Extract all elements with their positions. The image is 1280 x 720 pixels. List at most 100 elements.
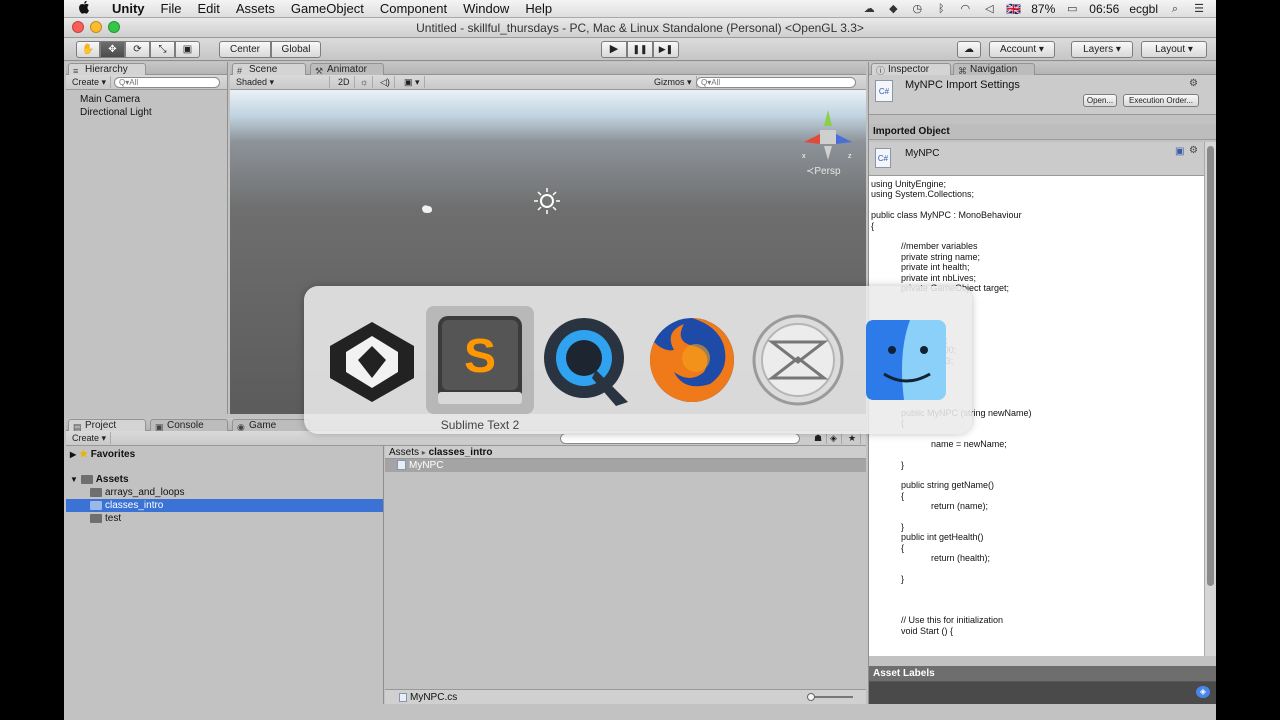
rotate-tool-button[interactable]: ⟳ <box>125 41 150 58</box>
quicktime-app-icon[interactable] <box>538 312 634 408</box>
csharp-file-icon: C# <box>875 80 893 102</box>
volume-icon[interactable]: ◁ <box>982 3 996 15</box>
2d-toggle[interactable]: 2D <box>334 76 355 88</box>
scene-effects-icon[interactable]: ▣ ▾ <box>400 76 425 88</box>
pause-button[interactable]: ❚❚ <box>627 41 653 58</box>
code-line: } <box>871 521 905 532</box>
tab-project[interactable]: ▤ Project <box>68 419 146 432</box>
inspector-scrollbar-thumb[interactable] <box>1207 146 1214 586</box>
code-line: name = newName; <box>871 438 1007 449</box>
execution-order-button[interactable]: Execution Order... <box>1123 94 1199 107</box>
hierarchy-item-directional-light[interactable]: Directional Light <box>80 107 152 118</box>
favorites-item[interactable]: ▶ ★ Favorites <box>66 448 383 461</box>
scene-audio-icon[interactable]: ◁) <box>376 76 395 88</box>
object-help-icon[interactable]: ▣ <box>1175 146 1184 157</box>
layout-dropdown[interactable]: Layout ▾ <box>1141 41 1207 58</box>
step-button[interactable]: ▶❚ <box>653 41 679 58</box>
assets-folder-item[interactable]: ▼ Assets <box>66 473 383 486</box>
input-flag-icon[interactable]: 🇬🇧 <box>1006 2 1021 16</box>
apple-menu-icon[interactable] <box>64 0 104 17</box>
menu-window[interactable]: Window <box>455 1 517 16</box>
tab-console[interactable]: ▣ Console <box>150 419 228 432</box>
pivot-center-button[interactable]: Center <box>219 41 271 58</box>
layers-dropdown[interactable]: Layers ▾ <box>1071 41 1133 58</box>
move-tool-button[interactable]: ✥ <box>100 41 125 58</box>
folder-item-arrays-and-loops[interactable]: arrays_and_loops <box>66 486 383 499</box>
menu-unity[interactable]: Unity <box>104 1 153 16</box>
folder-label: classes_intro <box>105 500 164 511</box>
play-button[interactable]: ▶ <box>601 41 627 58</box>
icon-size-slider[interactable] <box>807 693 853 701</box>
hierarchy-item-main-camera[interactable]: Main Camera <box>80 94 140 105</box>
assets-expand-icon[interactable]: ▼ <box>70 475 78 484</box>
menu-assets[interactable]: Assets <box>228 1 283 16</box>
console-tab-label: Console <box>167 420 204 431</box>
rect-tool-button[interactable]: ▣ <box>175 41 200 58</box>
breadcrumb-classes-intro[interactable]: classes_intro <box>429 447 493 458</box>
file-item-mynpc[interactable]: MyNPC <box>385 459 866 472</box>
menu-component[interactable]: Component <box>372 1 455 16</box>
scene-search-input[interactable] <box>696 77 856 88</box>
menu-help[interactable]: Help <box>517 1 560 16</box>
tab-hierarchy[interactable]: ≡ Hierarchy <box>68 63 146 76</box>
pivot-global-button[interactable]: Global <box>271 41 321 58</box>
breadcrumb-assets[interactable]: Assets <box>389 447 419 458</box>
scene-orientation-gizmo-icon[interactable]: x z <box>800 108 856 164</box>
wifi-icon[interactable]: ◠ <box>958 3 972 15</box>
finder-app-icon[interactable] <box>858 312 954 408</box>
firefox-app-icon[interactable] <box>644 312 740 408</box>
spotlight-search-icon[interactable]: ⌕ <box>1168 3 1182 15</box>
sublime-text-app-icon[interactable]: S <box>432 312 528 408</box>
menu-gameobject[interactable]: GameObject <box>283 1 372 16</box>
object-settings-gear-icon[interactable]: ⚙ <box>1189 145 1198 156</box>
project-search-input[interactable] <box>560 433 800 444</box>
mail-app-icon[interactable] <box>750 312 846 408</box>
folder-item-classes-intro[interactable]: classes_intro <box>66 499 383 512</box>
persp-label[interactable]: ≺Persp <box>806 166 841 177</box>
tab-inspector[interactable]: ⓘ Inspector <box>871 63 951 76</box>
cloud-status-icon[interactable]: ☁ <box>862 3 876 15</box>
clock[interactable]: 06:56 <box>1089 2 1119 16</box>
shading-mode-dropdown[interactable]: Shaded ▾ <box>232 76 330 88</box>
inspector-scrollbar[interactable] <box>1204 142 1216 656</box>
project-create-button[interactable]: Create ▾ <box>68 432 112 444</box>
status-file-icon <box>399 692 407 702</box>
hierarchy-tabbar: ≡ Hierarchy <box>66 62 227 76</box>
asset-label-tag-icon[interactable]: ◈ <box>1196 686 1210 698</box>
scene-lighting-icon[interactable]: ☼ <box>356 76 374 88</box>
scale-tool-button[interactable]: ⤡ <box>150 41 175 58</box>
unity-app-icon[interactable] <box>324 312 420 408</box>
menu-file[interactable]: File <box>153 1 190 16</box>
hierarchy-create-button[interactable]: Create ▾ <box>68 76 112 88</box>
battery-icon: ▭ <box>1067 2 1078 15</box>
open-script-button[interactable]: Open... <box>1083 94 1117 107</box>
dropbox-icon[interactable]: ◆ <box>886 3 900 15</box>
hierarchy-panel: ≡Hierarchy Create ▾ Main Camera Directio… <box>66 62 228 414</box>
hierarchy-search-input[interactable] <box>114 77 220 88</box>
code-line: return (health); <box>871 553 991 564</box>
code-line: return (name); <box>871 501 989 512</box>
bluetooth-icon[interactable]: ᛒ <box>934 3 948 15</box>
header-settings-gear-icon[interactable]: ⚙ <box>1189 78 1198 89</box>
camera-gizmo-icon[interactable] <box>420 204 434 214</box>
tab-navigation[interactable]: ⌘ Navigation <box>953 63 1035 76</box>
favorites-expand-icon[interactable]: ▶ <box>70 450 76 459</box>
user-name[interactable]: ecgbl <box>1129 2 1158 16</box>
folder-item-test[interactable]: test <box>66 512 383 525</box>
file-name: MyNPC <box>409 460 444 471</box>
account-dropdown[interactable]: Account ▾ <box>989 41 1055 58</box>
hand-tool-button[interactable]: ✋ <box>76 41 100 58</box>
icon-size-slider-knob[interactable] <box>807 693 815 701</box>
notification-center-icon[interactable]: ☰ <box>1192 3 1206 15</box>
tab-scene[interactable]: # Scene <box>232 63 306 76</box>
sun-light-gizmo-icon[interactable] <box>534 188 560 214</box>
battery-percent[interactable]: 87% <box>1031 2 1055 16</box>
tab-animator[interactable]: ⚒ Animator <box>310 63 384 76</box>
tab-game[interactable]: ◉ Game <box>232 419 310 432</box>
cloud-services-button[interactable]: ☁ <box>957 41 981 58</box>
menu-edit[interactable]: Edit <box>189 1 227 16</box>
time-machine-icon[interactable]: ◷ <box>910 3 924 15</box>
gizmos-dropdown[interactable]: Gizmos ▾ <box>650 76 697 88</box>
